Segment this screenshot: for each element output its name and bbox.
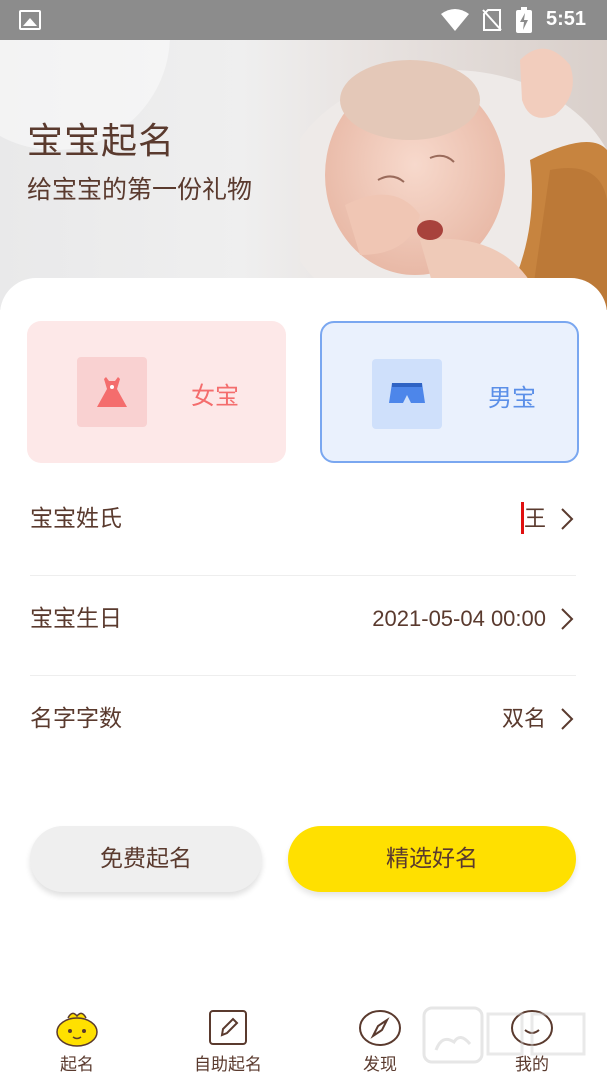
name-length-value[interactable]: 双名 <box>502 676 546 762</box>
edit-icon <box>209 1010 247 1045</box>
boy-option[interactable]: 男宝 <box>320 321 579 463</box>
dress-icon <box>97 377 127 407</box>
name-length-row[interactable]: 名字字数 双名 <box>30 676 576 776</box>
nav-self-naming[interactable]: 自助起名 <box>168 996 288 1080</box>
birthday-row[interactable]: 宝宝生日 2021-05-04 00:00 <box>30 576 576 676</box>
surname-row[interactable]: 宝宝姓氏 王 <box>30 476 576 576</box>
name-length-label: 名字字数 <box>30 706 122 732</box>
premium-names-button[interactable]: 精选好名 <box>288 826 576 892</box>
gallery-notification-icon <box>19 10 41 30</box>
shorts-icon <box>389 383 425 403</box>
sleeping-baby-image <box>300 48 607 310</box>
free-naming-button[interactable]: 免费起名 <box>30 826 262 892</box>
girl-option[interactable]: 女宝 <box>27 321 286 463</box>
chevron-right-icon <box>561 708 574 730</box>
boy-label: 男宝 <box>488 384 536 412</box>
hero-banner: 宝宝起名 给宝宝的第一份礼物 <box>0 40 607 310</box>
nav-naming[interactable]: 起名 <box>17 996 137 1080</box>
watermark-logo <box>422 1006 586 1064</box>
wifi-icon <box>441 9 469 31</box>
chevron-right-icon <box>561 508 574 530</box>
banner-title: 宝宝起名 <box>27 121 176 162</box>
compass-icon <box>359 1010 401 1046</box>
baby-face-icon <box>56 1012 98 1047</box>
nav-label: 自助起名 <box>194 1055 262 1075</box>
nav-label: 起名 <box>60 1055 94 1075</box>
banner-subtitle: 给宝宝的第一份礼物 <box>27 175 253 204</box>
surname-label: 宝宝姓氏 <box>30 506 122 532</box>
chevron-right-icon <box>561 608 574 630</box>
status-bar: 5:51 <box>0 0 607 40</box>
surname-input[interactable]: 王 <box>524 476 546 562</box>
dress-icon-box <box>77 357 147 427</box>
no-sim-icon <box>482 9 502 31</box>
birthday-label: 宝宝生日 <box>30 606 122 632</box>
main-content: 女宝 男宝 宝宝姓氏 王 宝宝生日 2021-05-04 00:00 名字字数 … <box>0 278 607 1080</box>
birthday-value[interactable]: 2021-05-04 00:00 <box>372 576 546 662</box>
girl-label: 女宝 <box>191 382 239 410</box>
battery-charging-icon <box>516 7 532 33</box>
status-time: 5:51 <box>546 8 587 30</box>
shorts-icon-box <box>372 359 442 429</box>
